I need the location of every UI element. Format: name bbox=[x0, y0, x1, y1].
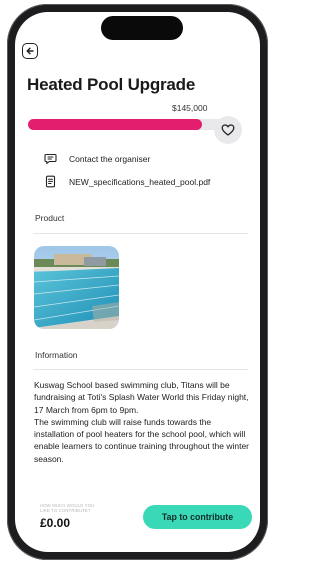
specifications-pdf-label: NEW_specifications_heated_pool.pdf bbox=[69, 176, 211, 187]
information-paragraph: The swimming club will raise funds towar… bbox=[34, 416, 250, 464]
information-section-label: Information bbox=[35, 350, 78, 360]
specifications-pdf-link[interactable]: NEW_specifications_heated_pool.pdf bbox=[44, 175, 210, 188]
document-icon bbox=[44, 175, 57, 188]
target-amount: $145,000 bbox=[172, 103, 208, 113]
product-section-label: Product bbox=[35, 213, 65, 223]
progress-fill bbox=[28, 119, 202, 130]
page-title: Heated Pool Upgrade bbox=[27, 75, 196, 94]
contribute-button[interactable]: Tap to contribute bbox=[143, 505, 252, 529]
progress-bar bbox=[28, 119, 228, 130]
contribution-amount[interactable]: £0.00 bbox=[40, 516, 70, 530]
swimming-pool-photo[interactable] bbox=[34, 246, 119, 329]
information-paragraph: Kuswag School based swimming club, Titan… bbox=[34, 380, 249, 415]
contact-organiser-label: Contact the organiser bbox=[69, 153, 151, 164]
contact-organiser-link[interactable]: Contact the organiser bbox=[44, 152, 150, 165]
divider bbox=[33, 233, 248, 234]
contribution-hint-line: like to contribute? bbox=[40, 508, 91, 513]
arrow-left-icon bbox=[26, 47, 34, 55]
information-text: Kuswag School based swimming club, Titan… bbox=[34, 379, 249, 465]
back-button[interactable] bbox=[22, 43, 38, 59]
heart-icon bbox=[221, 124, 235, 136]
chat-bubble-icon bbox=[44, 152, 57, 165]
divider bbox=[33, 369, 248, 370]
favorite-button[interactable] bbox=[214, 116, 242, 144]
dynamic-island bbox=[101, 16, 183, 40]
contribution-hint: How much would you like to contribute? bbox=[40, 503, 94, 513]
